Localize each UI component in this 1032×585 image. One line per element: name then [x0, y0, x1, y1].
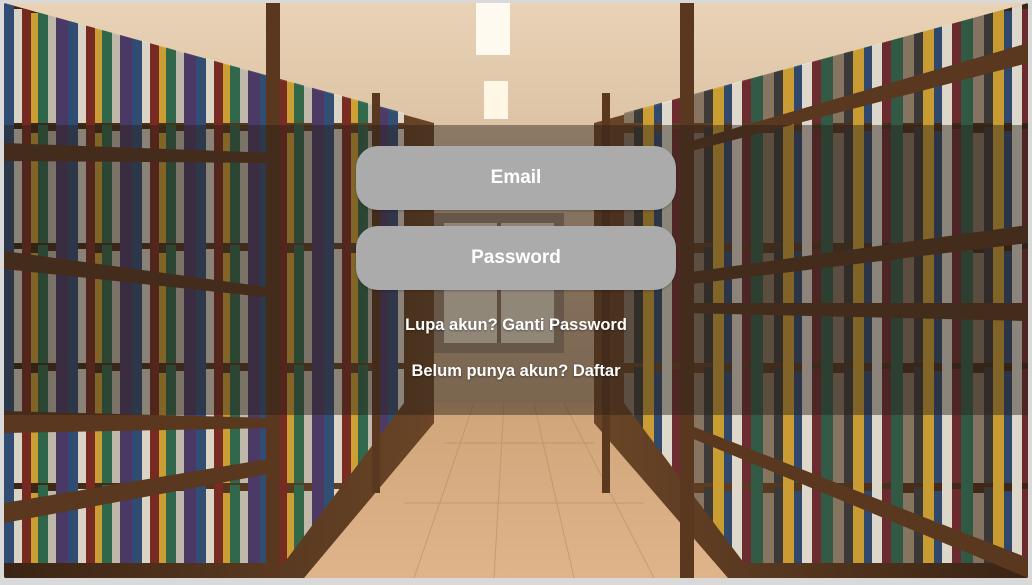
forgot-password-link[interactable]: Lupa akun? Ganti Password	[304, 316, 728, 335]
app-window: Email Password Lupa akun? Ganti Password…	[4, 3, 1028, 578]
register-link[interactable]: Belum punya akun? Daftar	[304, 362, 728, 381]
login-form: Email Password Lupa akun? Ganti Password…	[4, 3, 1028, 578]
email-placeholder: Email	[490, 167, 542, 188]
email-field[interactable]: Email	[356, 146, 676, 210]
password-placeholder: Password	[471, 247, 561, 268]
password-field[interactable]: Password	[356, 226, 676, 290]
